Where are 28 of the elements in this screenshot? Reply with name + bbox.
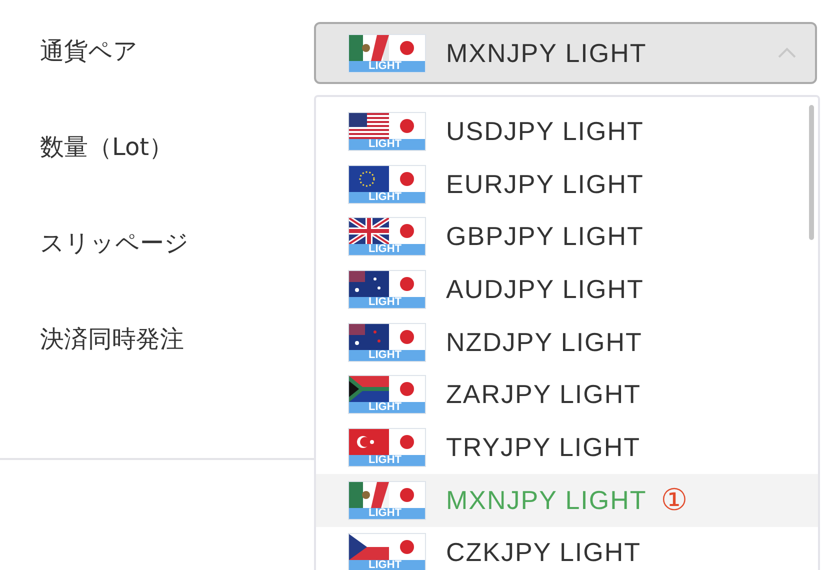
currency-flag-badge: LIGHT [348,217,426,256]
dropdown-option[interactable]: LIGHT ZARJPY LIGHT [316,368,818,422]
dropdown-option[interactable]: LIGHT TRYJPY LIGHT [316,421,818,474]
currency-flag-badge: LIGHT [348,34,426,72]
annotation-marker: ① [660,482,688,518]
dropdown-option[interactable]: LIGHT MXNJPY LIGHT ① [316,474,818,526]
mexico-flag-icon [349,34,425,60]
field-label: 数量（Lot） [40,132,174,163]
currency-flag-badge: LIGHT [348,480,426,520]
chevron-up-icon [777,47,797,59]
mexico-flag-icon [349,482,425,508]
dropdown-option[interactable]: LIGHT NZDJPY LIGHT [316,316,818,368]
field-label: 決済同時発注 [40,324,185,355]
currency-flag-badge: LIGHT [348,164,426,204]
dropdown-option[interactable]: LIGHT USDJPY LIGHT [316,105,818,158]
currency-flag-badge: LIGHT [348,428,426,467]
currency-flag-badge: LIGHT [348,112,426,151]
currency-pair-select[interactable]: LIGHT MXNJPY LIGHT [314,22,817,84]
field-label: 通貨ペア [40,36,139,67]
dropdown-option[interactable]: LIGHT GBPJPY LIGHT [316,210,818,264]
currency-flag-badge: LIGHT [348,533,426,570]
field-label: スリッページ [40,228,190,259]
currency-flag-badge: LIGHT [348,270,426,309]
dropdown-option[interactable]: LIGHT EURJPY LIGHT [316,158,818,210]
dropdown-option[interactable]: LIGHT CZKJPY LIGHT [316,526,818,570]
dropdown-option[interactable]: LIGHT AUDJPY LIGHT [316,263,818,316]
currency-flag-badge: LIGHT [348,322,426,362]
currency-flag-badge: LIGHT [348,375,426,414]
